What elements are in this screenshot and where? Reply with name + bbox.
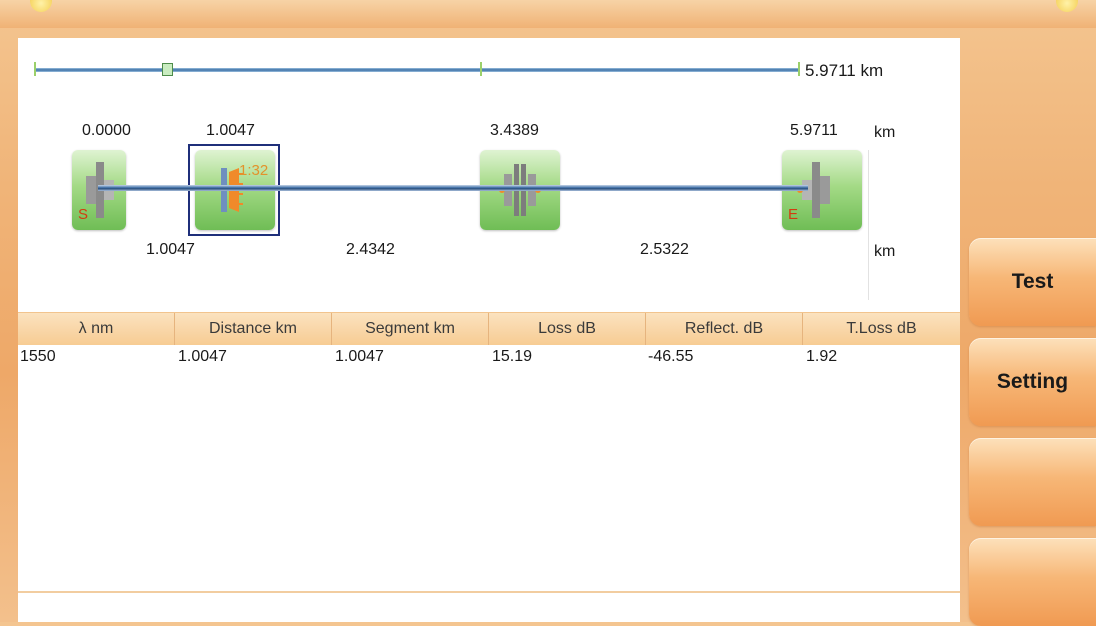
fiber-link[interactable] bbox=[98, 185, 808, 191]
setting-button[interactable]: Setting bbox=[969, 338, 1096, 426]
column-header-distance[interactable]: Distance km bbox=[175, 313, 332, 345]
cell-loss: 15.19 bbox=[492, 348, 533, 365]
segment-label: 1.0047 bbox=[146, 241, 195, 258]
cell-total-loss: 1.92 bbox=[806, 348, 838, 365]
event-table-header: λ nm Distance km Segment km Loss dB Refl… bbox=[18, 312, 960, 345]
divider bbox=[868, 150, 869, 300]
overview-tick bbox=[798, 62, 800, 76]
top-bar bbox=[0, 0, 1096, 28]
cell-reflectance: -46.55 bbox=[648, 348, 694, 365]
segment-unit: km bbox=[874, 243, 896, 260]
position-label: 0.0000 bbox=[82, 122, 131, 139]
blank-button[interactable] bbox=[969, 538, 1096, 626]
cell-wavelength: 1550 bbox=[20, 348, 56, 365]
overview-cursor[interactable] bbox=[162, 63, 173, 76]
overview-tick bbox=[34, 62, 36, 76]
link-map-panel: 5.9711 km 0.0000 1.0047 3.4389 5.9711 km… bbox=[18, 38, 960, 622]
cell-distance: 1.0047 bbox=[178, 348, 227, 365]
status-light-icon bbox=[1056, 0, 1078, 12]
position-label: 3.4389 bbox=[490, 122, 539, 139]
position-label: 1.0047 bbox=[206, 122, 255, 139]
column-header-total-loss[interactable]: T.Loss dB bbox=[803, 313, 960, 345]
position-label: 5.9711 bbox=[790, 122, 838, 139]
status-light-icon bbox=[30, 0, 52, 12]
divider bbox=[18, 591, 960, 593]
end-node-letter: E bbox=[788, 206, 799, 223]
overview-line[interactable] bbox=[34, 68, 799, 72]
cell-segment: 1.0047 bbox=[335, 348, 384, 365]
column-header-reflectance[interactable]: Reflect. dB bbox=[646, 313, 803, 345]
test-button[interactable]: Test bbox=[969, 238, 1096, 326]
link-map: 5.9711 km 0.0000 1.0047 3.4389 5.9711 km… bbox=[18, 38, 960, 300]
segment-label: 2.4342 bbox=[346, 241, 395, 258]
column-header-segment[interactable]: Segment km bbox=[332, 313, 489, 345]
column-header-wavelength[interactable]: λ nm bbox=[18, 313, 175, 345]
start-node-letter: S bbox=[78, 206, 89, 223]
overview-tick bbox=[480, 62, 482, 76]
blank-button[interactable] bbox=[969, 438, 1096, 526]
overview-total-length: 5.9711 km bbox=[805, 61, 884, 80]
column-header-loss[interactable]: Loss dB bbox=[489, 313, 646, 345]
position-unit: km bbox=[874, 124, 896, 141]
segment-label: 2.5322 bbox=[640, 241, 689, 258]
